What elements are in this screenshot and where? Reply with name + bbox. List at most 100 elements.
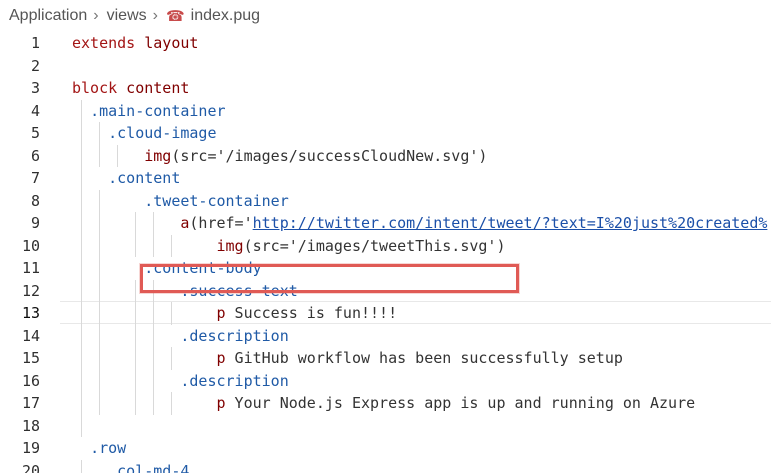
code-token: p <box>216 349 226 367</box>
code-token: .content <box>108 169 181 187</box>
code-token: http://twitter.com/intent/tweet/?text=I%… <box>252 214 768 232</box>
code-token: content <box>117 79 190 97</box>
code-line[interactable]: 8 .tweet-container <box>0 190 771 213</box>
code-text: p Success is fun!!!! <box>72 302 398 325</box>
line-number: 10 <box>21 236 40 255</box>
code-line[interactable]: 14 .description <box>0 325 771 348</box>
line-number: 16 <box>21 371 40 390</box>
code-text: .description <box>72 325 289 348</box>
indent-guide <box>153 279 154 415</box>
indent-guide <box>81 99 82 437</box>
code-token: Success is fun!!!! <box>225 304 398 322</box>
pug-file-icon: ☎ <box>165 8 185 25</box>
code-line[interactable]: 5 .cloud-image <box>0 122 771 145</box>
code-line[interactable]: 6 img(src='/images/successCloudNew.svg') <box>0 145 771 168</box>
code-line[interactable]: 19 .row <box>0 437 771 460</box>
indent-guide <box>81 459 82 473</box>
indent-guide <box>135 279 136 415</box>
code-text: .row <box>72 437 126 460</box>
code-token: layout <box>135 34 199 52</box>
chevron-right-icon: › <box>93 7 99 24</box>
editor-window: Application › views › ☎ index.pug 1 exten… <box>0 0 771 473</box>
code-line[interactable]: 13 p Success is fun!!!! <box>0 302 771 325</box>
code-line[interactable]: 10 img(src='/images/tweetThis.svg') <box>0 235 771 258</box>
line-number: 7 <box>30 169 40 187</box>
code-line[interactable]: 18 <box>0 415 771 438</box>
code-token: .description <box>180 371 289 390</box>
line-number: 5 <box>30 124 40 142</box>
code-token: ) <box>478 146 488 165</box>
code-token: Your Node.js Express app is up and runni… <box>225 394 696 412</box>
line-number: 1 <box>30 34 40 52</box>
chevron-right-icon: › <box>152 7 158 24</box>
code-token: block <box>72 79 118 97</box>
code-token: .tweet-container <box>144 191 289 210</box>
code-token: img <box>144 146 172 165</box>
code-text: a(href='http://twitter.com/intent/tweet/… <box>72 212 767 235</box>
line-number: 2 <box>30 56 40 75</box>
code-token: p <box>216 394 226 412</box>
line-number: 14 <box>21 326 40 345</box>
indent-guide <box>99 122 100 167</box>
code-editor[interactable]: 1 extends layout 2 3 block content 4 .main-co… <box>0 32 771 473</box>
code-text: .cloud-image <box>72 122 217 145</box>
code-line[interactable]: 7 .content <box>0 167 771 190</box>
code-text: .description <box>72 370 289 393</box>
code-line[interactable]: 9 a(href='http://twitter.com/intent/twee… <box>0 212 771 235</box>
breadcrumb-item-application[interactable]: Application <box>9 7 87 25</box>
code-token: '/images/successCloudNew.svg' <box>216 146 479 165</box>
code-token: .main-container <box>90 101 226 120</box>
code-line[interactable]: 2 <box>0 55 771 78</box>
code-text: block content <box>72 77 189 100</box>
code-token: ) <box>496 236 506 255</box>
indent-guide <box>99 189 100 415</box>
line-number: 17 <box>21 394 40 412</box>
code-line[interactable]: 3 block content <box>0 77 771 100</box>
code-text: img(src='/images/successCloudNew.svg') <box>72 145 487 168</box>
code-line[interactable]: 15 p GitHub workflow has been successful… <box>0 347 771 370</box>
line-number: 12 <box>21 281 40 300</box>
indent-guide <box>171 392 172 415</box>
code-text: p GitHub workflow has been successfully … <box>72 347 623 370</box>
code-text: .content <box>72 167 180 190</box>
line-number: 8 <box>30 191 40 210</box>
line-number: 13 <box>21 304 40 322</box>
code-line[interactable]: 17 p Your Node.js Express app is up and … <box>0 392 771 415</box>
code-token: '/images/tweetThis.svg' <box>288 236 497 255</box>
code-token: extends <box>72 34 136 52</box>
highlight-annotation-box <box>140 264 519 293</box>
code-line[interactable]: 4 .main-container <box>0 100 771 123</box>
code-text: img(src='/images/tweetThis.svg') <box>72 235 506 258</box>
breadcrumb: Application › views › ☎ index.pug <box>0 0 771 32</box>
code-token: p <box>216 304 226 322</box>
code-token: GitHub workflow has been successfully se… <box>225 349 623 367</box>
code-line[interactable]: 16 .description <box>0 370 771 393</box>
breadcrumb-item-views[interactable]: views <box>107 7 147 25</box>
code-text: p Your Node.js Express app is up and run… <box>72 392 696 415</box>
breadcrumb-item-file[interactable]: index.pug <box>191 7 260 25</box>
code-line[interactable]: 1 extends layout <box>0 32 771 55</box>
line-number: 9 <box>30 214 40 232</box>
line-number: 4 <box>30 101 40 120</box>
code-line[interactable]: 20 .col-md-4 <box>0 460 771 473</box>
code-text: extends layout <box>72 32 198 55</box>
code-token: .col-md-4 <box>108 461 190 473</box>
code-token: .description <box>180 326 289 345</box>
line-number: 6 <box>30 146 40 165</box>
code-token: .cloud-image <box>108 124 217 142</box>
code-token: .row <box>90 439 127 457</box>
